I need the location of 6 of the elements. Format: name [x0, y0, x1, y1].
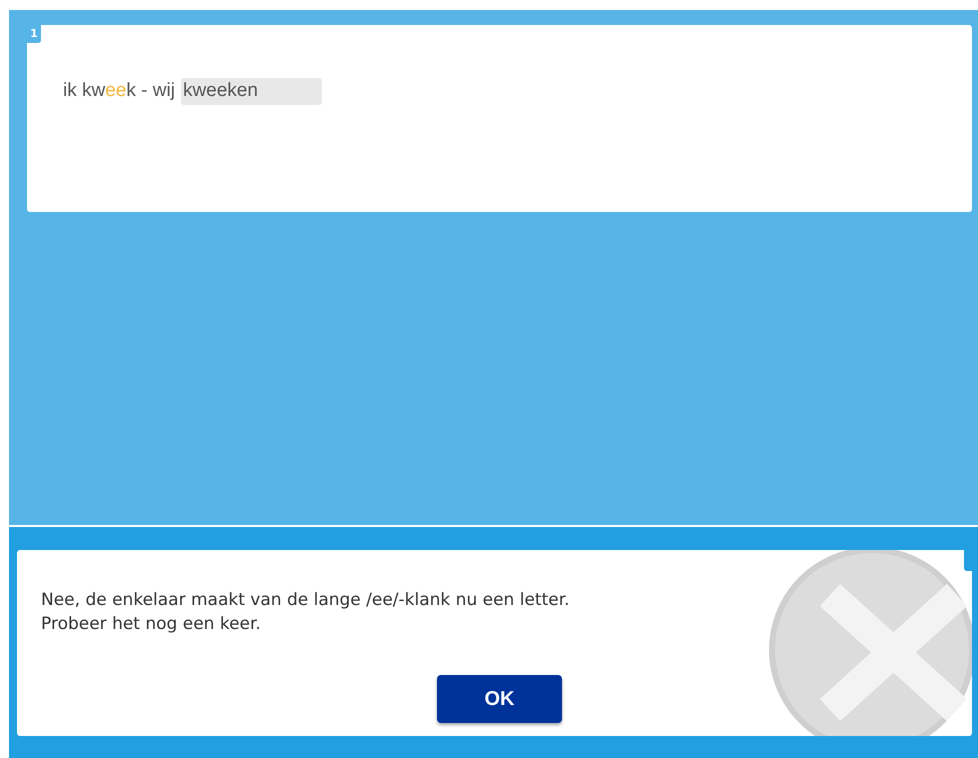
feedback-text: Probeer het nog een keer. — [41, 613, 262, 636]
prompt-text: ik kweek - wij — [63, 79, 175, 103]
question-number: 1 — [27, 25, 41, 43]
answer-field[interactable]: kweeken — [180, 78, 322, 105]
ok-button[interactable]: OK — [437, 675, 562, 723]
feedback-text: Nee, de enkelaar maakt van de lange /ee/-klank nu een letter. — [41, 589, 570, 612]
